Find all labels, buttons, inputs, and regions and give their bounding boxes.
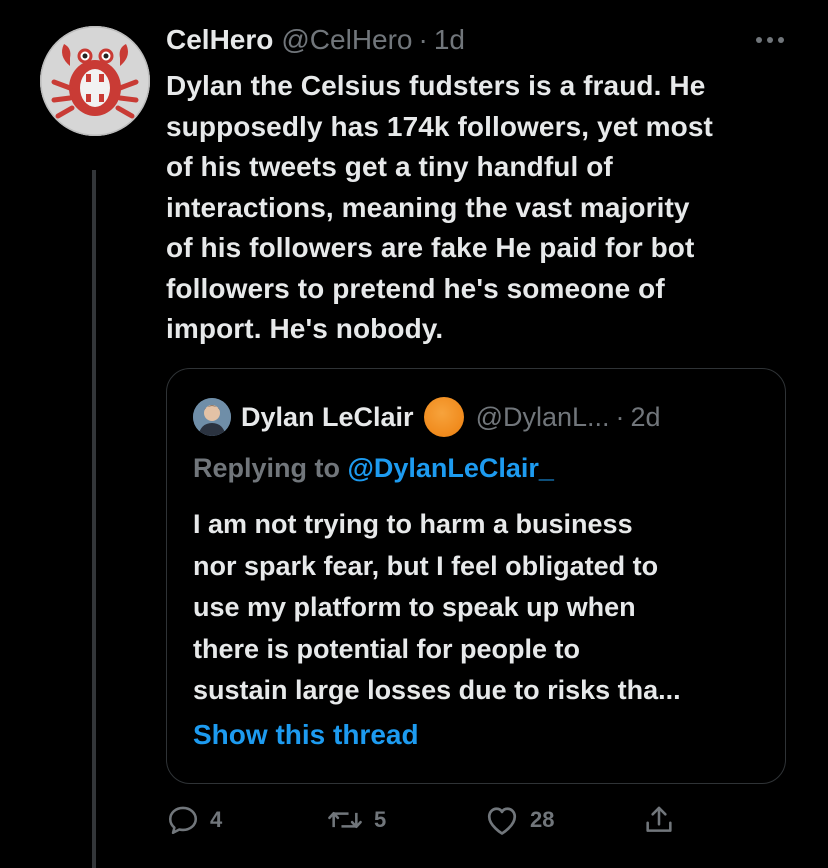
replying-to-prefix: Replying to bbox=[193, 453, 340, 483]
tweet-timestamp[interactable]: 1d bbox=[434, 24, 465, 56]
replying-to-handle-link[interactable]: @DylanLeClair_ bbox=[348, 453, 554, 483]
quoted-tweet-card[interactable]: Dylan LeClair @DylanL... · 2d Replying t… bbox=[166, 368, 786, 784]
ellipsis-icon bbox=[756, 37, 784, 43]
avatar[interactable] bbox=[40, 26, 150, 136]
thread-connector-line bbox=[92, 170, 96, 868]
retweet-icon bbox=[328, 811, 362, 829]
reply-icon bbox=[168, 806, 198, 835]
quoted-tweet-timestamp: 2d bbox=[630, 401, 661, 432]
retweet-count: 5 bbox=[374, 807, 387, 832]
author-display-name[interactable]: CelHero bbox=[166, 24, 273, 56]
quoted-author-avatar bbox=[193, 398, 231, 436]
show-thread-link[interactable]: Show this thread bbox=[193, 719, 419, 751]
retweet-button[interactable]: 5 bbox=[326, 800, 386, 840]
quoted-tweet-text: I am not trying to harm a business nor s… bbox=[193, 509, 681, 705]
reply-button[interactable]: 4 bbox=[166, 800, 222, 840]
author-handle[interactable]: @CelHero bbox=[281, 24, 412, 56]
quoted-header-separator: · bbox=[615, 401, 625, 432]
share-button[interactable] bbox=[642, 800, 676, 840]
person-avatar-icon bbox=[193, 398, 231, 436]
replying-to-line: Replying to @DylanLeClair_ bbox=[193, 453, 554, 484]
tweet-text: Dylan the Celsius fudsters is a fraud. H… bbox=[166, 70, 713, 344]
crab-avatar-icon bbox=[40, 26, 150, 136]
heart-icon bbox=[487, 807, 517, 835]
share-icon bbox=[646, 806, 672, 832]
header-separator: · bbox=[418, 24, 428, 55]
orange-circle-icon bbox=[423, 397, 464, 437]
like-count: 28 bbox=[530, 807, 555, 832]
like-button[interactable]: 28 bbox=[484, 800, 554, 840]
more-options-button[interactable] bbox=[748, 26, 792, 54]
quoted-author-display-name: Dylan LeClair bbox=[241, 401, 414, 432]
quoted-tweet-header: Dylan LeClair @DylanL... · 2d bbox=[193, 397, 661, 437]
tweet-header: CelHero @CelHero · 1d bbox=[166, 22, 465, 58]
quoted-author-handle: @DylanL... bbox=[475, 401, 610, 432]
reply-count: 4 bbox=[210, 807, 223, 832]
